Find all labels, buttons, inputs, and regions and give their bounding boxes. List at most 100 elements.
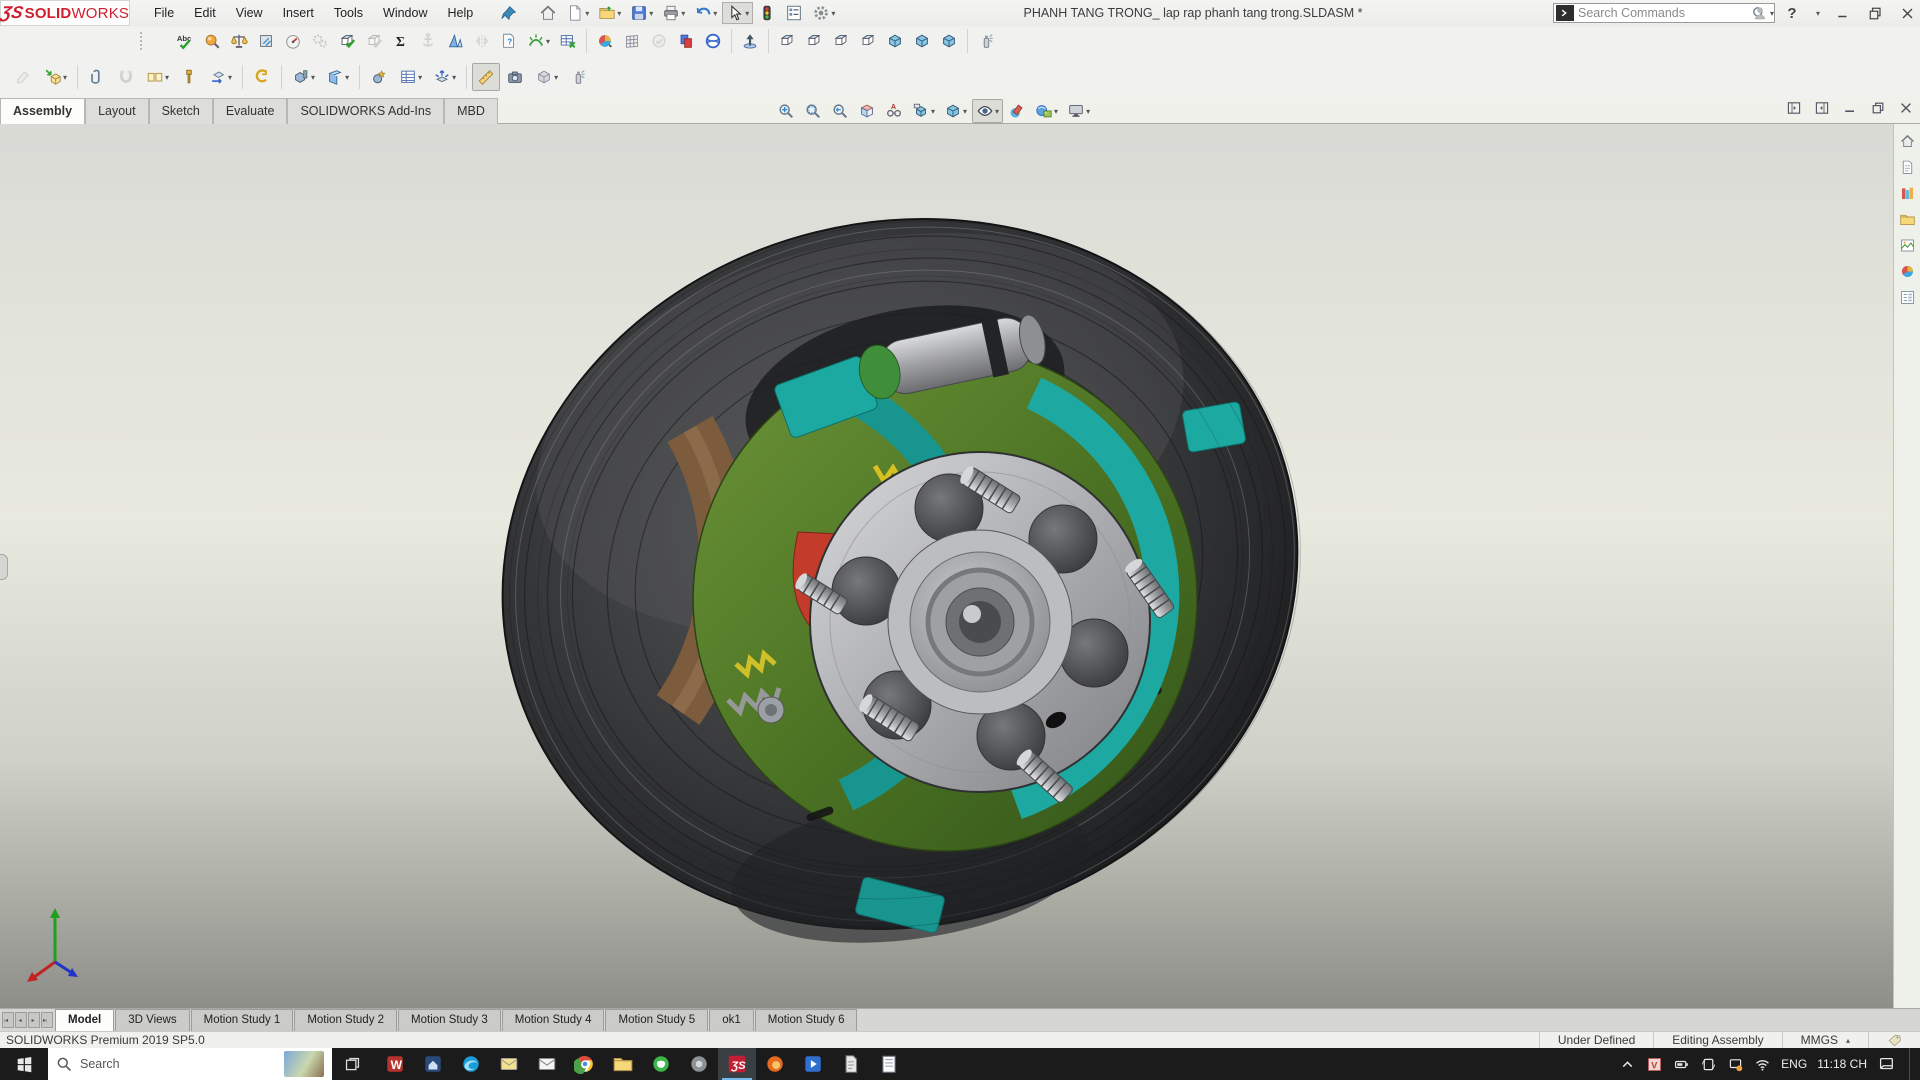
reference-geometry-button[interactable]: ▾ [321, 63, 354, 91]
section-properties-button[interactable] [253, 29, 279, 53]
app-grey-circle-taskbar-button[interactable] [680, 1048, 718, 1080]
check-document-grey-button[interactable] [361, 29, 387, 53]
home-button[interactable] [535, 2, 561, 24]
take-snapshot-button[interactable] [501, 63, 529, 91]
appearances-scenes-button[interactable] [1895, 260, 1919, 282]
edit-appearance-button[interactable] [1004, 99, 1030, 123]
pane-collapse-right-button[interactable] [1814, 100, 1830, 116]
display-style-button[interactable]: ▾ [940, 99, 971, 123]
gears-button[interactable] [307, 29, 333, 53]
model-tab-ok1[interactable]: ok1 [709, 1009, 754, 1031]
status-field-under-defined[interactable]: Under Defined [1538, 1032, 1653, 1048]
app-mail-yellow-taskbar-button[interactable] [490, 1048, 528, 1080]
design-table-button[interactable] [555, 29, 581, 53]
tab-evaluate[interactable]: Evaluate [212, 98, 288, 124]
model-tab-motion-study-5[interactable]: Motion Study 5 [605, 1009, 709, 1031]
apply-appearance-spray-button[interactable] [973, 29, 999, 53]
new-document-button[interactable]: ▾ [562, 2, 593, 24]
menu-file[interactable]: File [144, 2, 184, 24]
dropdown-arrow-icon[interactable]: ▾ [649, 9, 653, 18]
dropdown-arrow-icon[interactable]: ▾ [617, 9, 621, 18]
check-document-button[interactable] [334, 29, 360, 53]
dropdown-arrow-icon[interactable]: ▾ [228, 73, 232, 82]
previous-view-button[interactable] [827, 99, 853, 123]
apply-scene-button[interactable]: ▾ [1031, 99, 1062, 123]
realview-button[interactable] [592, 29, 618, 53]
model-tab-motion-study-3[interactable]: Motion Study 3 [398, 1009, 501, 1031]
open-file-button[interactable]: ▾ [594, 2, 625, 24]
app-notepad-taskbar-button[interactable] [870, 1048, 908, 1080]
dropdown-arrow-icon[interactable]: ▾ [681, 9, 685, 18]
equations-button[interactable]: Σ [388, 29, 414, 53]
dropdown-arrow-icon[interactable]: ▾ [345, 73, 349, 82]
exploded-view-button[interactable]: ▾ [428, 63, 461, 91]
dropdown-arrow-icon[interactable]: ▾ [1086, 107, 1090, 116]
instant3d-ruler-button[interactable] [472, 63, 501, 91]
close-button[interactable] [1898, 3, 1916, 23]
view-cube-back-button[interactable] [801, 29, 827, 53]
start-button[interactable] [0, 1048, 48, 1080]
view-cube-right-button[interactable] [855, 29, 881, 53]
pin-menu-icon[interactable] [501, 5, 517, 21]
tray-rotate-tray-button[interactable] [1700, 1056, 1717, 1073]
search-commands-box[interactable]: Search Commands ▾ [1553, 3, 1775, 23]
task-view-button[interactable] [332, 1048, 372, 1080]
menu-tools[interactable]: Tools [324, 2, 373, 24]
model-tab-motion-study-1[interactable]: Motion Study 1 [190, 1009, 294, 1031]
restore-button[interactable] [1866, 3, 1884, 23]
design-binder-magnifier-button[interactable] [199, 29, 225, 53]
dropdown-arrow-icon[interactable]: ▾ [546, 37, 550, 46]
dropdown-arrow-icon[interactable]: ▾ [931, 107, 935, 116]
menu-window[interactable]: Window [373, 2, 437, 24]
save-button[interactable]: ▾ [626, 2, 657, 24]
performance-evaluation-button[interactable] [280, 29, 306, 53]
tray-battery-tray-button[interactable] [1673, 1056, 1690, 1073]
model-tab-motion-study-6[interactable]: Motion Study 6 [754, 1009, 858, 1031]
dropdown-arrow-icon[interactable]: ▾ [713, 9, 717, 18]
search-highlight-image[interactable] [284, 1051, 324, 1077]
taskbar-search-placeholder[interactable]: Search [80, 1057, 120, 1071]
new-motion-study-button[interactable] [365, 63, 393, 91]
app-envelope-taskbar-button[interactable] [528, 1048, 566, 1080]
app-solidworks-taskbar-button[interactable]: ƷS [718, 1048, 756, 1080]
tab-sketch[interactable]: Sketch [148, 98, 213, 124]
menu-help[interactable]: Help [438, 2, 484, 24]
view-orientation-button[interactable]: ▾ [908, 99, 939, 123]
show-desktop-button[interactable] [1909, 1048, 1914, 1080]
curvature-button[interactable]: ▾ [523, 29, 554, 53]
app-home-blue-taskbar-button[interactable] [414, 1048, 452, 1080]
dropdown-arrow-icon[interactable]: ▾ [831, 9, 835, 18]
assembly-features-button[interactable]: ▾ [287, 63, 320, 91]
mesh-quality-button[interactable] [619, 29, 645, 53]
app-edge-taskbar-button[interactable] [452, 1048, 490, 1080]
tray-tablet-tray-button[interactable] [1727, 1056, 1744, 1073]
menu-insert[interactable]: Insert [273, 2, 324, 24]
linear-component-pattern-button[interactable]: ▾ [141, 63, 174, 91]
dropdown-arrow-icon[interactable]: ▾ [1054, 107, 1058, 116]
options-gear-button[interactable]: ▾ [808, 2, 839, 24]
tab-assembly[interactable]: Assembly [0, 98, 86, 124]
design-library-button[interactable] [1895, 182, 1919, 204]
tab-prev-button[interactable]: ◀ [15, 1012, 27, 1028]
section-view-button[interactable] [854, 99, 880, 123]
hide-show-items-button[interactable]: ▾ [972, 99, 1004, 123]
doc-question-button[interactable]: ? [496, 29, 522, 53]
dropdown-arrow-icon[interactable]: ▾ [995, 107, 999, 116]
bill-of-materials-button[interactable]: ▾ [394, 63, 427, 91]
draft-analysis-button[interactable] [442, 29, 468, 53]
dropdown-arrow-icon[interactable]: ▾ [554, 73, 558, 82]
status-field-mmgs[interactable]: MMGS ▴ [1781, 1032, 1868, 1048]
view-cube-left-button[interactable] [828, 29, 854, 53]
dropdown-arrow-icon[interactable]: ▾ [63, 73, 67, 82]
compare-documents-button[interactable] [673, 29, 699, 53]
view-cube-front-button[interactable] [774, 29, 800, 53]
dropdown-arrow-icon[interactable]: ▾ [963, 107, 967, 116]
zoom-to-fit-button[interactable] [773, 99, 799, 123]
view-settings-button[interactable]: ▾ [1063, 99, 1094, 123]
unit-system-caret-icon[interactable]: ▴ [1846, 1036, 1850, 1045]
minimize-button[interactable] [1834, 3, 1852, 23]
view-palette-button[interactable] [1895, 234, 1919, 256]
model-tab-motion-study-4[interactable]: Motion Study 4 [501, 1009, 605, 1031]
print-button[interactable]: ▾ [658, 2, 689, 24]
tab-first-button[interactable]: |◀ [2, 1012, 14, 1028]
